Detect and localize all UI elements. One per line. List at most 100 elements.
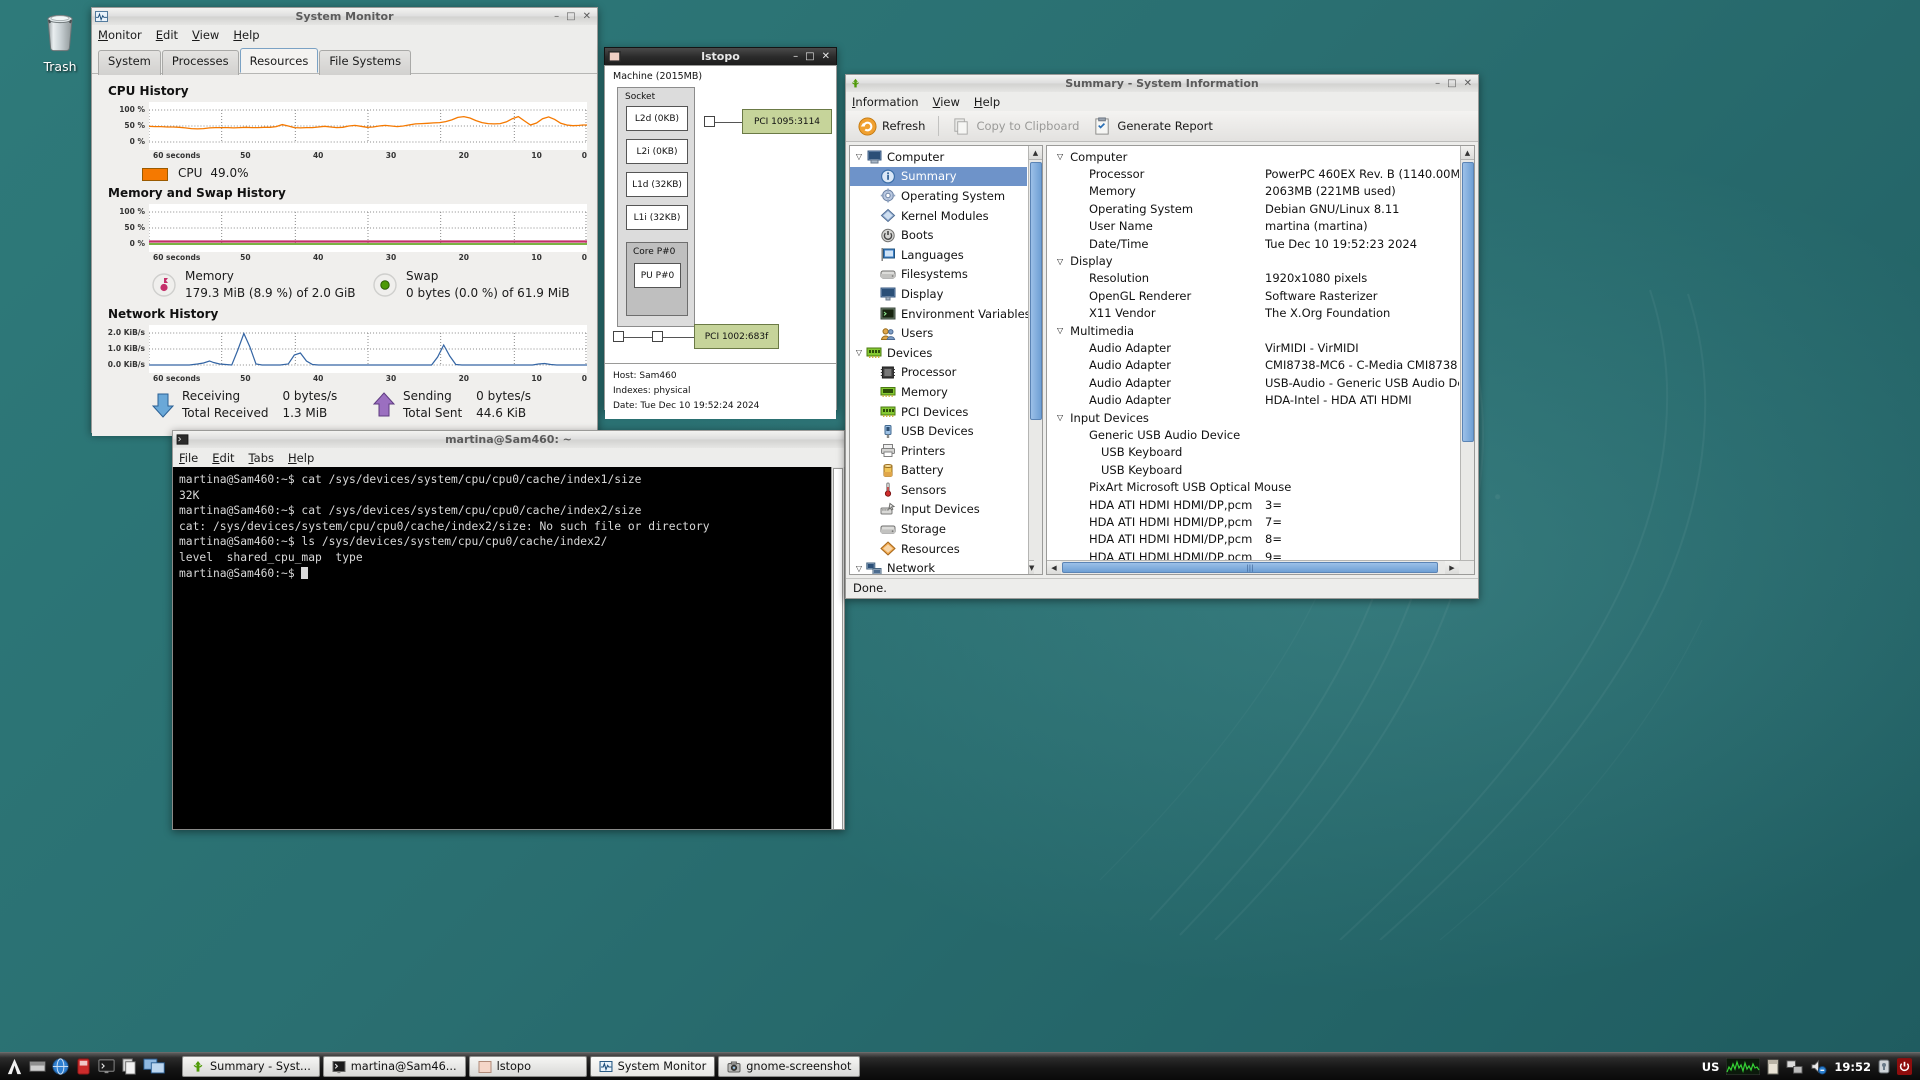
details-scroll-left-arrow[interactable]: ◀: [1047, 561, 1061, 574]
terminal-scrollbar-thumb[interactable]: [833, 468, 843, 830]
system-information-window[interactable]: Summary - System Information – □ ✕ Infor…: [845, 74, 1479, 599]
taskbar-button-gnome-screenshot[interactable]: gnome-screenshot: [718, 1056, 860, 1077]
minimize-button[interactable]: –: [793, 52, 798, 62]
clock[interactable]: 19:52: [1834, 1060, 1871, 1074]
menu-information[interactable]: Information: [852, 95, 919, 109]
menu-file[interactable]: File: [179, 451, 198, 465]
detail-group-row[interactable]: ▽Multimedia: [1047, 322, 1459, 339]
keyboard-layout-indicator[interactable]: US: [1702, 1060, 1720, 1074]
tree-item-kernel-modules[interactable]: Kernel Modules: [850, 206, 1027, 226]
table-row[interactable]: X11 VendorThe X.Org Foundation: [1047, 305, 1459, 322]
tree-item-computer[interactable]: ▽Computer: [850, 147, 1027, 167]
details-scroll-up-arrow[interactable]: ▲: [1461, 146, 1474, 160]
tab-system[interactable]: System: [98, 50, 161, 75]
tree-item-summary[interactable]: Summary: [850, 167, 1027, 187]
table-row[interactable]: ProcessorPowerPC 460EX Rev. B (1140.00MH: [1047, 165, 1459, 182]
detail-expander-icon[interactable]: ▽: [1057, 413, 1063, 422]
close-button[interactable]: ✕: [583, 12, 591, 22]
lock-indicator[interactable]: [1878, 1058, 1890, 1075]
minimize-button[interactable]: –: [1435, 79, 1440, 89]
tree-item-environment-variables[interactable]: Environment Variables: [850, 304, 1027, 324]
tree-item-storage[interactable]: Storage: [850, 519, 1027, 539]
terminal-titlebar[interactable]: martina@Sam460: ~: [172, 430, 845, 448]
table-row[interactable]: Memory2063MB (221MB used): [1047, 183, 1459, 200]
table-row[interactable]: USB Keyboard: [1047, 461, 1459, 478]
taskbar-launchers[interactable]: [0, 1056, 172, 1077]
tree-item-devices[interactable]: ▽Devices: [850, 343, 1027, 363]
copy-launcher[interactable]: [119, 1056, 140, 1077]
system-monitor-titlebar[interactable]: System Monitor – □ ✕: [91, 7, 598, 25]
detail-expander-icon[interactable]: ▽: [1057, 326, 1063, 335]
taskbar-button-martina-sam46[interactable]: martina@Sam46...: [323, 1056, 466, 1077]
table-row[interactable]: Operating SystemDebian GNU/Linux 8.11: [1047, 200, 1459, 217]
network-indicator[interactable]: [1786, 1058, 1803, 1075]
tree-item-languages[interactable]: Languages: [850, 245, 1027, 265]
tree-scroll-down-arrow[interactable]: ▼: [1029, 560, 1034, 574]
terminal-body[interactable]: martina@Sam460:~$ cat /sys/devices/syste…: [172, 467, 845, 830]
table-row[interactable]: OpenGL RendererSoftware Rasterizer: [1047, 287, 1459, 304]
menu-monitor[interactable]: MMonitoronitor: [98, 28, 142, 42]
menu-help[interactable]: Help: [288, 451, 314, 465]
tab-resources[interactable]: Resources: [240, 48, 319, 73]
tree-item-input-devices[interactable]: Input Devices: [850, 500, 1027, 520]
web-browser-launcher[interactable]: [50, 1056, 71, 1077]
table-row[interactable]: Audio AdapterUSB-Audio - Generic USB Aud…: [1047, 374, 1459, 391]
cpu-graph-indicator[interactable]: [1726, 1058, 1760, 1075]
system-monitor-menubar[interactable]: MMonitoronitor Edit View Help: [91, 25, 598, 44]
tab-file-systems[interactable]: File Systems: [319, 50, 411, 75]
system-information-menubar[interactable]: Information View Help: [845, 92, 1479, 111]
desktop-icon-trash[interactable]: Trash: [22, 8, 98, 74]
file-manager-launcher[interactable]: [27, 1056, 48, 1077]
lstopo-titlebar[interactable]: lstopo – □ ✕: [604, 47, 837, 65]
system-tray[interactable]: US 19:52: [1702, 1058, 1920, 1075]
tree-item-display[interactable]: Display: [850, 284, 1027, 304]
table-row[interactable]: Date/TimeTue Dec 10 19:52:23 2024: [1047, 235, 1459, 252]
system-information-toolbar[interactable]: Refresh Copy to Clipboard Generate Repor…: [846, 111, 1478, 142]
table-row[interactable]: Resolution1920x1080 pixels: [1047, 270, 1459, 287]
taskbar-task-list[interactable]: Summary - Syst...martina@Sam46...lstopoS…: [182, 1056, 860, 1077]
table-row[interactable]: User Namemartina (martina): [1047, 218, 1459, 235]
table-row[interactable]: Audio AdapterVirMIDI - VirMIDI: [1047, 339, 1459, 356]
detail-group-row[interactable]: ▽Input Devices: [1047, 409, 1459, 426]
tree-scroll-up-arrow[interactable]: ▲: [1029, 146, 1042, 160]
tree-item-users[interactable]: Users: [850, 323, 1027, 343]
tree-item-usb-devices[interactable]: USB Devices: [850, 421, 1027, 441]
menu-view[interactable]: View: [192, 28, 219, 42]
lstopo-window[interactable]: lstopo – □ ✕ Machine (2015MB) Socket L2d…: [604, 47, 837, 410]
tree-item-boots[interactable]: Boots: [850, 225, 1027, 245]
table-row[interactable]: HDA ATI HDMI HDMI/DP,pcm3=: [1047, 496, 1459, 513]
tree-scrollbar-thumb[interactable]: [1030, 162, 1042, 420]
system-monitor-window[interactable]: System Monitor – □ ✕ MMonitoronitor Edit…: [91, 7, 598, 433]
table-row[interactable]: Generic USB Audio Device: [1047, 426, 1459, 443]
maximize-button[interactable]: □: [805, 52, 814, 62]
refresh-button[interactable]: Refresh: [853, 114, 930, 139]
menu-view[interactable]: View: [933, 95, 960, 109]
terminal-window[interactable]: martina@Sam460: ~ File Edit Tabs Help ma…: [172, 430, 845, 830]
tab-processes[interactable]: Processes: [162, 50, 239, 75]
table-row[interactable]: Audio AdapterHDA-Intel - HDA ATI HDMI: [1047, 391, 1459, 408]
menu-help[interactable]: Help: [974, 95, 1000, 109]
menu-help[interactable]: Help: [233, 28, 259, 42]
tree-item-filesystems[interactable]: Filesystems: [850, 265, 1027, 285]
detail-group-row[interactable]: ▽Computer: [1047, 148, 1459, 165]
table-row[interactable]: Audio AdapterCMI8738-MC6 - C-Media CMI87…: [1047, 357, 1459, 374]
tree-item-pci-devices[interactable]: PCI Devices: [850, 402, 1027, 422]
information-tree[interactable]: ▽ComputerSummaryOperating SystemKernel M…: [849, 145, 1043, 575]
table-row[interactable]: USB Keyboard: [1047, 444, 1459, 461]
system-monitor-tabs[interactable]: System Processes Resources File Systems: [92, 44, 597, 74]
tree-item-resources[interactable]: Resources: [850, 539, 1027, 559]
detail-group-row[interactable]: ▽Display: [1047, 252, 1459, 269]
details-hscrollbar[interactable]: ◀ ||| ▶: [1047, 560, 1474, 574]
tree-item-operating-system[interactable]: Operating System: [850, 186, 1027, 206]
tree-expander-icon[interactable]: ▽: [852, 152, 866, 161]
maximize-button[interactable]: □: [1447, 79, 1456, 89]
details-hscrollbar-thumb[interactable]: |||: [1062, 562, 1438, 573]
workspace-switcher[interactable]: [142, 1056, 168, 1077]
minimize-button[interactable]: –: [554, 12, 559, 22]
taskbar-button-summary-syst[interactable]: Summary - Syst...: [182, 1056, 320, 1077]
terminal-scrollbar[interactable]: [831, 467, 844, 829]
table-row[interactable]: HDA ATI HDMI HDMI/DP,pcm8=: [1047, 531, 1459, 548]
tree-scrollbar[interactable]: ▲ ▼: [1028, 146, 1042, 574]
power-button[interactable]: [1897, 1058, 1912, 1075]
terminal-launcher[interactable]: [96, 1056, 117, 1077]
